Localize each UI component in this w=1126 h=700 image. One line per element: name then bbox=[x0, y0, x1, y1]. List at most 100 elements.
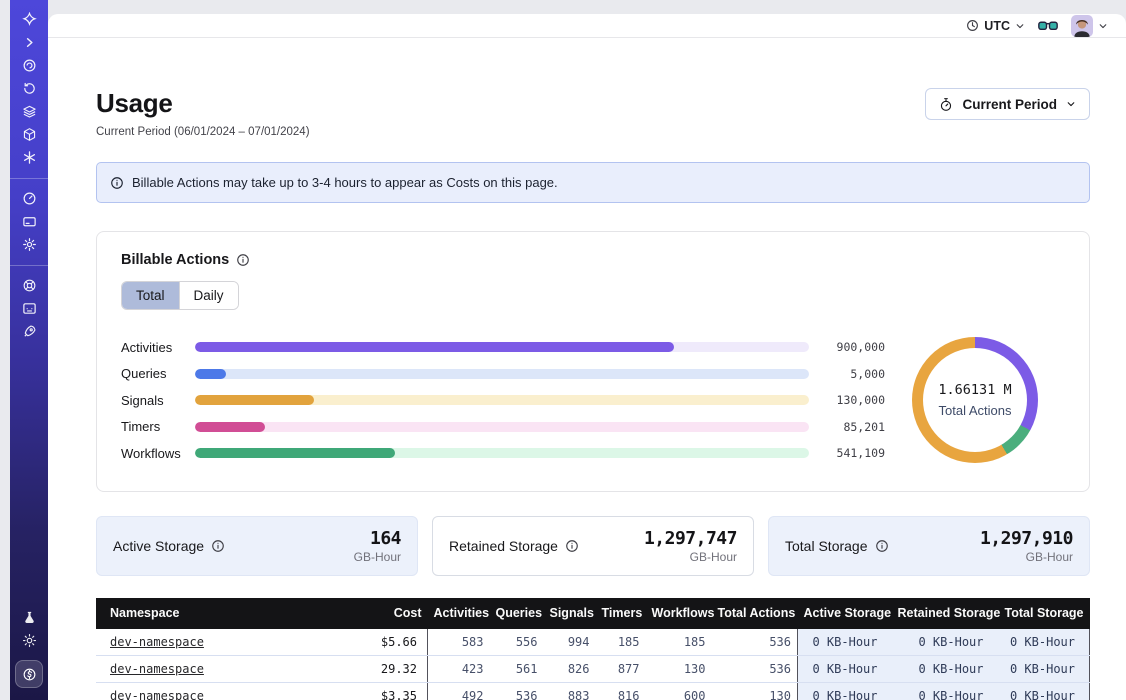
tab-total[interactable]: Total bbox=[122, 282, 179, 309]
page-subtitle: Current Period (06/01/2024 – 07/01/2024) bbox=[96, 126, 310, 138]
chevron-down-icon bbox=[1066, 99, 1076, 109]
active-storage-unit: GB-Hour bbox=[354, 550, 401, 564]
col-queries: Queries bbox=[490, 598, 544, 629]
timezone-label: UTC bbox=[984, 19, 1010, 33]
cell-total-storage: 0 KB-Hour bbox=[998, 629, 1090, 656]
table-header-row: Namespace Cost Activities Queries Signal… bbox=[96, 598, 1090, 629]
cell-signals: 883 bbox=[544, 683, 596, 700]
sidebar-divider bbox=[10, 178, 48, 179]
namespace-link[interactable]: dev-namespace bbox=[110, 662, 204, 676]
total-actions-value: 1.66131 M bbox=[938, 382, 1011, 398]
cell-workflows: 600 bbox=[646, 683, 712, 700]
billable-actions-card: Billable Actions Total Daily Activities … bbox=[96, 231, 1090, 492]
cell-total-actions: 536 bbox=[712, 629, 798, 656]
col-workflows: Workflows bbox=[646, 598, 712, 629]
deployments-icon[interactable] bbox=[16, 125, 42, 144]
cell-activities: 492 bbox=[428, 683, 490, 700]
settings-icon[interactable] bbox=[16, 235, 42, 254]
chevron-down-icon bbox=[1015, 21, 1025, 31]
cell-total-actions: 130 bbox=[712, 683, 798, 700]
labs-icon[interactable] bbox=[16, 608, 42, 627]
user-menu[interactable] bbox=[1071, 15, 1108, 37]
cell-active-storage: 0 KB-Hour bbox=[798, 656, 892, 683]
feedback-icon[interactable] bbox=[16, 299, 42, 318]
getting-started-icon[interactable] bbox=[16, 322, 42, 341]
cell-activities: 583 bbox=[428, 629, 490, 656]
cell-timers: 185 bbox=[596, 629, 646, 656]
period-dropdown-button[interactable]: Current Period bbox=[925, 88, 1090, 120]
namespace-link[interactable]: dev-namespace bbox=[110, 635, 204, 649]
bar-fill bbox=[195, 448, 395, 458]
cell-cost: $3.35 bbox=[344, 683, 428, 700]
expand-icon[interactable] bbox=[16, 33, 42, 52]
bar-track bbox=[195, 395, 809, 405]
retained-storage-value: 1,297,747 bbox=[644, 528, 737, 549]
history-icon[interactable] bbox=[16, 79, 42, 98]
usage-icon[interactable] bbox=[16, 189, 42, 208]
info-icon[interactable] bbox=[875, 539, 889, 553]
bar-row-queries: Queries 5,000 bbox=[121, 361, 885, 388]
total-storage-unit: GB-Hour bbox=[980, 550, 1073, 564]
bar-fill bbox=[195, 422, 265, 432]
active-storage-value: 164 bbox=[354, 528, 401, 549]
total-storage-card: Total Storage 1,297,910 GB-Hour bbox=[768, 516, 1090, 576]
cell-total-storage: 0 KB-Hour bbox=[998, 683, 1090, 700]
bar-fill bbox=[195, 342, 674, 352]
batch-icon[interactable] bbox=[16, 148, 42, 167]
col-cost: Cost bbox=[344, 598, 428, 629]
info-icon[interactable] bbox=[211, 539, 225, 553]
bar-row-activities: Activities 900,000 bbox=[121, 334, 885, 361]
support-icon[interactable] bbox=[16, 276, 42, 295]
bar-track bbox=[195, 342, 809, 352]
glasses-icon[interactable] bbox=[1038, 20, 1058, 32]
total-daily-toggle: Total Daily bbox=[121, 281, 239, 310]
namespace-usage-table: Namespace Cost Activities Queries Signal… bbox=[96, 598, 1090, 700]
bar-track bbox=[195, 369, 809, 379]
namespaces-icon[interactable] bbox=[16, 56, 42, 75]
total-storage-label: Total Storage bbox=[785, 538, 868, 554]
bar-track bbox=[195, 422, 809, 432]
temporal-logo[interactable] bbox=[16, 10, 42, 29]
banner-text: Billable Actions may take up to 3-4 hour… bbox=[132, 175, 558, 190]
bar-row-signals: Signals 130,000 bbox=[121, 387, 885, 414]
cell-total-storage: 0 KB-Hour bbox=[998, 656, 1090, 683]
col-active-storage: Active Storage bbox=[798, 598, 892, 629]
col-namespace: Namespace bbox=[96, 598, 344, 629]
active-storage-card: Active Storage 164 GB-Hour bbox=[96, 516, 418, 576]
storage-cards: Active Storage 164 GB-Hour Retained Stor… bbox=[96, 516, 1090, 576]
pricing-icon[interactable] bbox=[15, 660, 43, 688]
cell-queries: 561 bbox=[490, 656, 544, 683]
page-title: Usage bbox=[96, 88, 310, 119]
cell-retained-storage: 0 KB-Hour bbox=[892, 629, 998, 656]
tab-daily[interactable]: Daily bbox=[179, 282, 238, 309]
bar-value: 541,109 bbox=[821, 446, 885, 460]
cell-timers: 877 bbox=[596, 656, 646, 683]
bar-label: Signals bbox=[121, 393, 195, 408]
retained-storage-card: Retained Storage 1,297,747 GB-Hour bbox=[432, 516, 754, 576]
timezone-selector[interactable]: UTC bbox=[966, 19, 1025, 33]
cell-activities: 423 bbox=[428, 656, 490, 683]
sidebar-divider bbox=[10, 265, 48, 266]
topbar: UTC bbox=[48, 14, 1126, 38]
cell-signals: 826 bbox=[544, 656, 596, 683]
cell-active-storage: 0 KB-Hour bbox=[798, 683, 892, 700]
bar-label: Queries bbox=[121, 366, 195, 381]
donut-chart: 1.66131 M Total Actions bbox=[912, 337, 1038, 463]
table-row: dev-namespace $5.66 583 556 994 185 185 … bbox=[96, 629, 1090, 656]
info-icon[interactable] bbox=[236, 253, 250, 267]
cell-cost: 29.32 bbox=[344, 656, 428, 683]
namespace-link[interactable]: dev-namespace bbox=[110, 689, 204, 700]
bar-label: Activities bbox=[121, 340, 195, 355]
avatar bbox=[1071, 15, 1093, 37]
info-icon bbox=[110, 176, 124, 190]
billing-icon[interactable] bbox=[16, 212, 42, 231]
cell-active-storage: 0 KB-Hour bbox=[798, 629, 892, 656]
theme-icon[interactable] bbox=[16, 631, 42, 650]
bar-row-workflows: Workflows 541,109 bbox=[121, 440, 885, 467]
col-activities: Activities bbox=[428, 598, 490, 629]
billable-chart: Activities 900,000 Queries 5,000 Signals… bbox=[121, 334, 1065, 467]
bar-value: 130,000 bbox=[821, 393, 885, 407]
info-icon[interactable] bbox=[565, 539, 579, 553]
layers-icon[interactable] bbox=[16, 102, 42, 121]
col-total-actions: Total Actions bbox=[712, 598, 798, 629]
